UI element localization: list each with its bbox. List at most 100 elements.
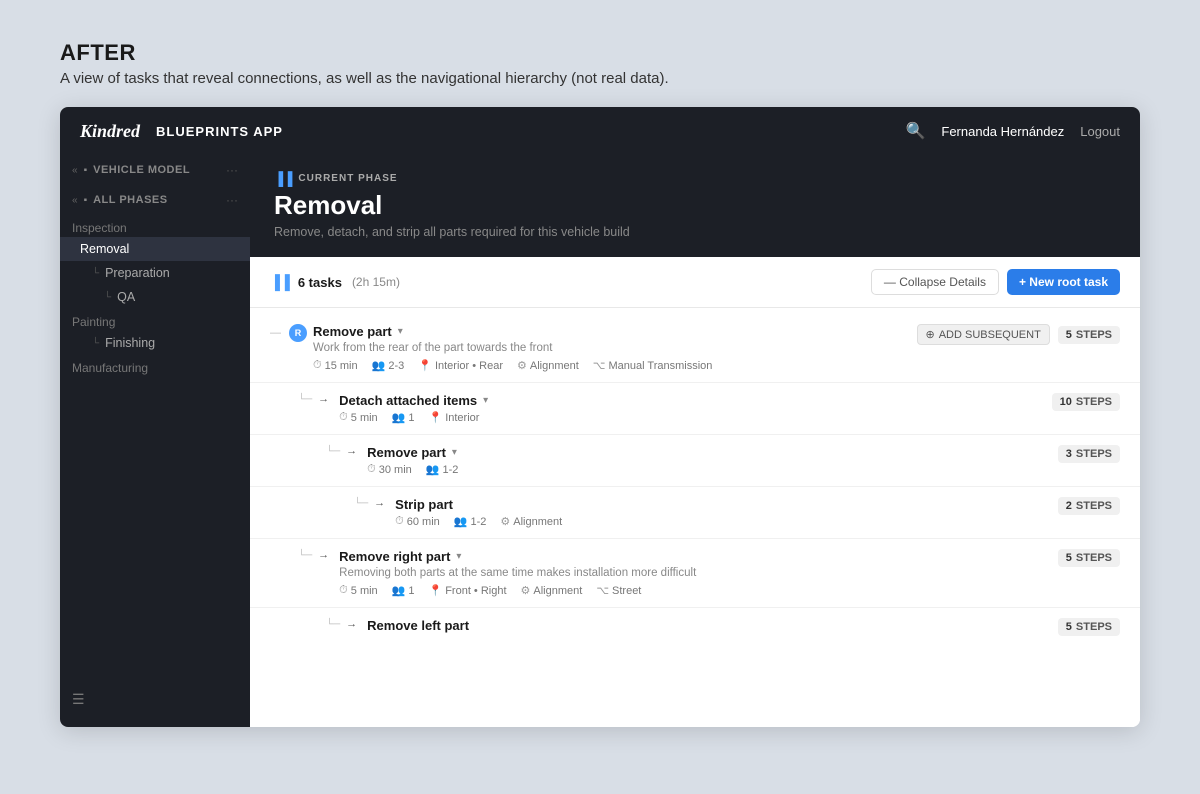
- sidebar: « ▪ VEHICLE MODEL ··· « ▪ ALL PHASES ···…: [60, 155, 250, 727]
- task-right-6: 5 STEPS: [1058, 618, 1120, 636]
- grid-icon: ▪: [84, 165, 88, 176]
- task-row-1: — R Remove part ▾ Work from the rear of …: [270, 324, 1120, 372]
- option-icon: ⌥: [593, 359, 606, 372]
- option-icon-5: ⌥: [596, 584, 609, 597]
- logout-button[interactable]: Logout: [1080, 124, 1120, 139]
- steps-count-1: 5: [1066, 329, 1072, 341]
- search-icon[interactable]: 🔍: [905, 121, 925, 141]
- new-root-task-button[interactable]: + New root task: [1007, 269, 1120, 295]
- task-item-4: └─ → Strip part ⏱60 min 👥1-2: [334, 489, 1140, 536]
- task-meta-1: ⏱15 min 👥2-3 📍Interior • Rear ⚙Alignment…: [313, 359, 911, 372]
- tree-branch-6: └─: [326, 619, 340, 630]
- steps-count-4: 2: [1066, 500, 1072, 512]
- clock-icon-4: ⏱: [395, 515, 404, 528]
- meta-street-5: ⌥Street: [596, 584, 641, 597]
- task-title-3[interactable]: Remove part: [367, 445, 446, 460]
- task-content-2: Detach attached items ▾ ⏱5 min 👥1 📍Inter…: [339, 393, 1046, 424]
- add-subsequent-label: ADD SUBSEQUENT: [939, 329, 1041, 341]
- dropdown-icon-5[interactable]: ▾: [456, 551, 461, 562]
- preparation-label: Preparation: [105, 266, 170, 280]
- dropdown-icon-1[interactable]: ▾: [398, 326, 403, 337]
- add-subsequent-button[interactable]: ⊕ ADD SUBSEQUENT: [917, 324, 1050, 345]
- task-content-5: Remove right part ▾ Removing both parts …: [339, 549, 1052, 597]
- divider-3: [250, 486, 1140, 487]
- meta-alignment-1: ⚙Alignment: [517, 359, 579, 372]
- task-item-1: — R Remove part ▾ Work from the rear of …: [250, 316, 1140, 380]
- app-name: BLUEPRINTS APP: [156, 124, 283, 139]
- phase-description: Remove, detach, and strip all parts requ…: [274, 225, 1116, 239]
- arrow-icon-3: →: [346, 445, 357, 457]
- add-subsequent-icon: ⊕: [926, 328, 935, 341]
- task-title-row-4: Strip part: [395, 497, 1052, 512]
- task-meta-2: ⏱5 min 👥1 📍Interior: [339, 411, 1046, 424]
- edit-icon[interactable]: ✏: [1104, 155, 1116, 158]
- sidebar-vehicle-model[interactable]: « ▪ VEHICLE MODEL ···: [60, 155, 250, 185]
- task-row-2: └─ → Detach attached items ▾ ⏱5: [298, 393, 1120, 424]
- phases-icon: ▪: [84, 195, 88, 206]
- meta-location-1: 📍Interior • Rear: [418, 359, 503, 372]
- dropdown-icon-3[interactable]: ▾: [452, 447, 457, 458]
- arrow-icon-4: →: [374, 497, 385, 509]
- top-nav-right: 🔍 Fernanda Hernández Logout: [905, 121, 1120, 141]
- sidebar-item-preparation[interactable]: └ Preparation: [60, 261, 250, 285]
- tree-branch-3: └─: [326, 446, 340, 457]
- all-phases-label: ALL PHASES: [93, 194, 220, 206]
- top-nav: Kindred BLUEPRINTS APP 🔍 Fernanda Hernán…: [60, 107, 1140, 155]
- task-item-6: └─ → Remove left part: [306, 610, 1140, 644]
- tree-line-3: └: [92, 338, 99, 349]
- divider-1: [250, 382, 1140, 383]
- sidebar-all-phases[interactable]: « ▪ ALL PHASES ···: [60, 185, 250, 215]
- steps-count-6: 5: [1066, 621, 1072, 633]
- steps-badge-2: 10 STEPS: [1052, 393, 1120, 411]
- sidebar-item-finishing[interactable]: └ Finishing: [60, 331, 250, 355]
- task-meta-4: ⏱60 min 👥1-2 ⚙Alignment: [395, 515, 1052, 528]
- task-title-5[interactable]: Remove right part: [339, 549, 450, 564]
- dropdown-icon-2[interactable]: ▾: [483, 395, 488, 406]
- steps-label-1: STEPS: [1076, 329, 1112, 341]
- phase-title: Removal: [274, 190, 1116, 221]
- sidebar-group-manufacturing: Manufacturing: [60, 355, 250, 377]
- phase-header: ▐▐ CURRENT PHASE Removal Remove, detach,…: [250, 155, 1140, 257]
- sidebar-item-qa[interactable]: └ QA: [60, 285, 250, 309]
- meta-location-5: 📍Front • Right: [429, 584, 507, 597]
- task-row-6: └─ → Remove left part: [326, 618, 1120, 636]
- tasks-toolbar: ▐▐ 6 tasks (2h 15m) — Collapse Details +…: [250, 257, 1140, 308]
- task-title-4[interactable]: Strip part: [395, 497, 453, 512]
- steps-label-4: STEPS: [1076, 500, 1112, 512]
- content-area: ▐▐ CURRENT PHASE Removal Remove, detach,…: [250, 155, 1140, 727]
- task-connector-5: └─ →: [298, 549, 333, 561]
- page-subheading: A view of tasks that reveal connections,…: [60, 70, 1140, 87]
- task-right-1: ⊕ ADD SUBSEQUENT 5 STEPS: [917, 324, 1121, 345]
- task-connector-1: — R: [270, 324, 307, 342]
- tasks-time: (2h 15m): [352, 275, 400, 289]
- task-meta-5: ⏱5 min 👥1 📍Front • Right ⚙Alignment ⌥Str…: [339, 584, 1052, 597]
- collapse-details-button[interactable]: — Collapse Details: [871, 269, 999, 295]
- app-window: Kindred BLUEPRINTS APP 🔍 Fernanda Hernán…: [60, 107, 1140, 727]
- task-title-1[interactable]: Remove part: [313, 324, 392, 339]
- meta-people-1: 👥2-3: [372, 359, 405, 372]
- people-icon-2: 👥: [392, 411, 406, 424]
- sidebar-item-removal[interactable]: Removal: [60, 237, 250, 261]
- steps-badge-3: 3 STEPS: [1058, 445, 1120, 463]
- arrow-icon-2: →: [318, 393, 329, 405]
- settings-icon: ⚙: [517, 359, 527, 372]
- hamburger-icon[interactable]: ☰: [72, 691, 85, 707]
- steps-label-3: STEPS: [1076, 448, 1112, 460]
- task-row-3: └─ → Remove part ▾ ⏱30 min: [326, 445, 1120, 476]
- clock-icon: ⏱: [313, 359, 322, 372]
- steps-label-2: STEPS: [1076, 396, 1112, 408]
- meta-alignment-4: ⚙Alignment: [500, 515, 562, 528]
- meta-time-4: ⏱60 min: [395, 515, 440, 528]
- task-title-2[interactable]: Detach attached items: [339, 393, 477, 408]
- steps-count-2: 10: [1060, 396, 1072, 408]
- task-title-6[interactable]: Remove left part: [367, 618, 469, 633]
- more-icon[interactable]: ···: [226, 163, 238, 177]
- task-right-3: 3 STEPS: [1058, 445, 1120, 463]
- clock-icon-3: ⏱: [367, 463, 376, 476]
- task-row-5: └─ → Remove right part ▾ Removing both p…: [298, 549, 1120, 597]
- more-icon-2[interactable]: ···: [226, 193, 238, 207]
- tasks-count-label: 6 tasks: [298, 275, 342, 290]
- location-icon: 📍: [418, 359, 432, 372]
- current-phase-text: CURRENT PHASE: [298, 173, 397, 184]
- task-item-2: └─ → Detach attached items ▾ ⏱5: [278, 385, 1140, 432]
